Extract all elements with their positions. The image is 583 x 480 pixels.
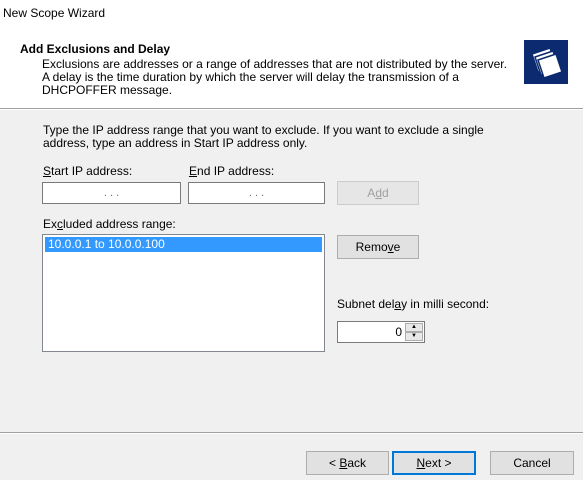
instructions-text: Type the IP address range that you want … — [43, 123, 484, 150]
subnet-delay-label: Subnet delay in milli second: — [337, 297, 490, 311]
list-item[interactable]: 10.0.0.1 to 10.0.0.100 — [45, 237, 322, 252]
spin-up-icon[interactable]: ▲ — [405, 323, 423, 332]
back-button[interactable]: < Back — [306, 451, 389, 475]
excluded-range-list[interactable]: 10.0.0.1 to 10.0.0.100 — [42, 234, 325, 352]
page-description: Exclusions are addresses or a range of a… — [42, 57, 507, 97]
next-button[interactable]: Next > — [392, 451, 476, 475]
excluded-range-label: Excluded address range: — [43, 217, 176, 231]
page-title: Add Exclusions and Delay — [20, 42, 171, 56]
wizard-pages-icon — [524, 40, 568, 84]
wizard-header: Add Exclusions and Delay Exclusions are … — [0, 30, 583, 108]
end-ip-input[interactable]: . . . — [188, 182, 325, 204]
subnet-delay-spinner[interactable]: 0 ▲ ▼ — [337, 321, 425, 343]
start-ip-input[interactable]: . . . — [42, 182, 181, 204]
cancel-button[interactable]: Cancel — [490, 451, 574, 475]
add-button[interactable]: Add — [337, 181, 419, 205]
window-title: New Scope Wizard — [3, 6, 106, 20]
spin-down-icon[interactable]: ▼ — [405, 332, 423, 341]
start-ip-label: Start IP address: — [43, 164, 133, 178]
wizard-content: Type the IP address range that you want … — [0, 110, 583, 432]
remove-button[interactable]: Remo v e — [337, 235, 419, 259]
subnet-delay-value[interactable]: 0 — [395, 325, 402, 339]
title-bar: New Scope Wizard — [0, 0, 583, 30]
wizard-footer: < Back Next > Cancel — [0, 434, 583, 480]
end-ip-label: End IP address: — [189, 164, 275, 178]
